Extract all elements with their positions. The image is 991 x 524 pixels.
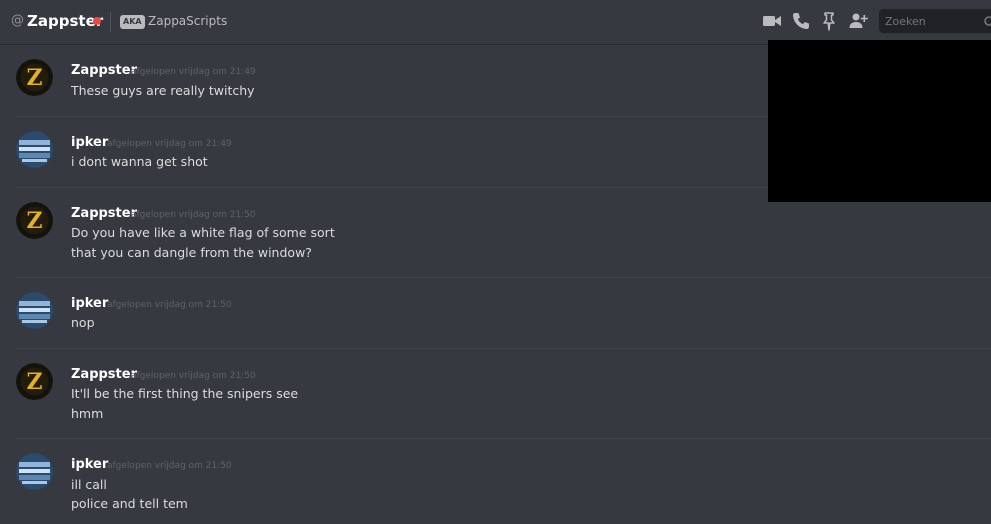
blue-avatar[interactable] [16, 292, 53, 329]
message-timestamp: afgelopen vrijdag om 21:50 [107, 461, 232, 471]
video-overlay [768, 40, 991, 202]
status-dnd-icon [93, 17, 101, 25]
aka-badge: AKA [120, 15, 145, 29]
message-author[interactable]: Zappster [71, 206, 137, 221]
message-timestamp: afgelopen vrijdag om 21:50 [131, 371, 256, 381]
z-logo-avatar[interactable]: Z [16, 59, 53, 96]
message-text: nop [71, 315, 95, 330]
svg-text:Z: Z [26, 369, 42, 395]
dm-window: @ Zappster AKA ZappaScripts Zoeken Z Zap… [0, 0, 991, 524]
channel-header: @ Zappster AKA ZappaScripts [0, 0, 991, 44]
message-author[interactable]: ipker [71, 296, 108, 311]
svg-text:Z: Z [26, 65, 42, 91]
z-logo-avatar[interactable]: Z [16, 363, 53, 400]
message-timestamp: afgelopen vrijdag om 21:49 [131, 67, 256, 77]
message-author[interactable]: Zappster [71, 367, 137, 382]
message-text: These guys are really twitchy [71, 83, 255, 98]
message-text: i dont wanna get shot [71, 154, 208, 169]
add-friend-icon[interactable] [847, 10, 869, 32]
svg-text:Z: Z [26, 208, 42, 234]
message-text: hmm [71, 406, 104, 421]
search-icon[interactable] [983, 14, 991, 33]
message-timestamp: afgelopen vrijdag om 21:50 [131, 210, 256, 220]
message-text: police and tell tem [71, 496, 188, 511]
at-symbol: @ [11, 13, 24, 28]
blue-avatar[interactable] [16, 131, 53, 168]
message-text: Do you have like a white flag of some so… [71, 225, 335, 240]
message-group: Z Zappster afgelopen vrijdag om 21:50 It… [0, 348, 991, 438]
blue-avatar[interactable] [16, 453, 53, 490]
pin-icon[interactable] [818, 10, 840, 32]
message-text: ill call [71, 477, 107, 492]
video-call-icon[interactable] [761, 10, 783, 32]
z-logo-avatar[interactable]: Z [16, 202, 53, 239]
message-group: ipker afgelopen vrijdag om 21:50 nop [0, 277, 991, 348]
header-divider [110, 12, 111, 32]
message-timestamp: afgelopen vrijdag om 21:50 [107, 300, 232, 310]
message-author[interactable]: Zappster [71, 63, 137, 78]
message-text: that you can dangle from the window? [71, 245, 312, 260]
aka-name: ZappaScripts [148, 14, 228, 28]
channel-name[interactable]: Zappster [27, 12, 103, 30]
voice-call-icon[interactable] [790, 10, 812, 32]
message-timestamp: afgelopen vrijdag om 21:49 [107, 139, 232, 149]
search-input[interactable] [885, 12, 980, 30]
message-group: ipker afgelopen vrijdag om 21:50 ill cal… [0, 438, 991, 524]
message-text: It'll be the first thing the snipers see [71, 386, 299, 401]
message-author[interactable]: ipker [71, 135, 108, 150]
message-author[interactable]: ipker [71, 457, 108, 472]
search-box[interactable] [879, 9, 991, 33]
